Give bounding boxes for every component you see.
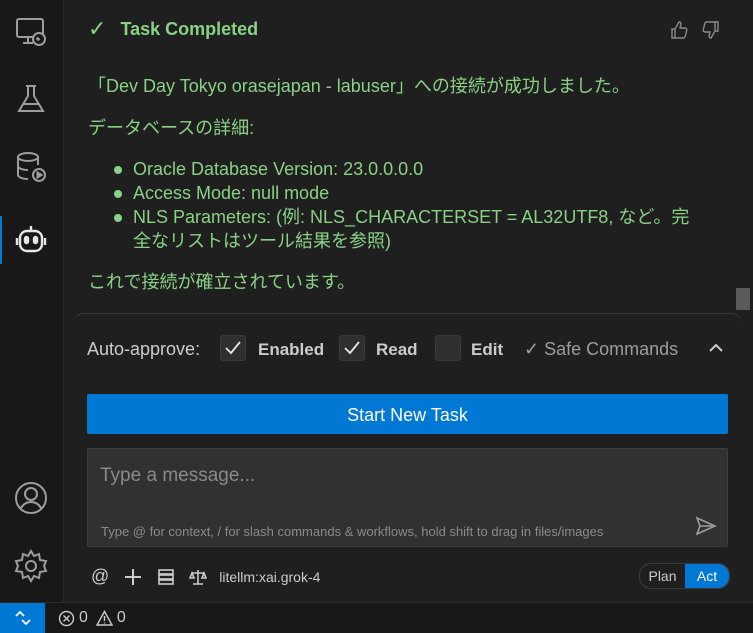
model-scale-icon[interactable] [189, 568, 208, 586]
error-count: 0 [79, 609, 88, 626]
auto-approve-label: Auto-approve: [87, 339, 201, 359]
task-header: ✓ Task Completed [88, 18, 258, 40]
details-heading: データベースの詳細: [88, 118, 255, 138]
mode-toggle[interactable]: Plan Act [639, 563, 730, 589]
scrollbar-thumb[interactable] [736, 288, 750, 310]
read-checkbox[interactable] [339, 335, 365, 361]
chat-panel: ✓ Task Completed 「Dev Day Tokyo orasejap… [64, 0, 753, 602]
context-mention-button[interactable]: @ [91, 566, 109, 587]
testing-flask-icon[interactable] [13, 81, 49, 117]
list-item: Access Mode: null mode [108, 181, 703, 205]
act-mode-button[interactable]: Act [685, 564, 729, 588]
list-item: NLS Parameters: (例: NLS_CHARACTERSET = A… [108, 205, 703, 253]
warning-count: 0 [116, 609, 126, 626]
closing-line: これで接続が確立されています。 [88, 272, 356, 292]
server-icon[interactable] [157, 568, 175, 586]
enabled-label: Enabled [258, 340, 325, 359]
auto-approve-bar: Auto-approve: Enabled Read Edit ✓ Safe C… [72, 313, 743, 384]
check-icon [225, 341, 241, 355]
check-icon [344, 341, 360, 355]
chevron-up-icon[interactable] [706, 338, 726, 358]
model-selector[interactable]: litellm:xai.grok-4 [219, 569, 320, 585]
edit-label: Edit [471, 340, 504, 359]
task-status: Task Completed [120, 18, 259, 39]
send-icon[interactable] [695, 515, 717, 537]
input-hint: Type @ for context, / for slash commands… [101, 524, 604, 539]
remote-explorer-icon[interactable] [13, 13, 49, 49]
database-icon[interactable] [13, 149, 49, 185]
enabled-checkbox[interactable] [220, 335, 246, 361]
activity-bar [0, 0, 64, 602]
status-bar: 0 0 [0, 602, 753, 633]
plan-mode-button[interactable]: Plan [640, 564, 685, 588]
details-list: Oracle Database Version: 23.0.0.0.0 Acce… [108, 157, 703, 253]
warning-icon [95, 609, 113, 626]
input-placeholder: Type a message... [100, 465, 256, 486]
edit-checkbox[interactable] [435, 335, 461, 361]
add-icon[interactable] [123, 567, 143, 587]
list-item: Oracle Database Version: 23.0.0.0.0 [108, 157, 703, 181]
checkmark-icon: ✓ [88, 16, 107, 41]
input-toolbar: @ litellm:xai.grok-4 [91, 566, 320, 587]
settings-gear-icon[interactable] [13, 548, 49, 584]
remote-indicator[interactable] [0, 603, 45, 633]
active-indicator [0, 216, 2, 264]
safe-commands[interactable]: ✓ Safe Commands [524, 339, 678, 360]
message-line: 「Dev Day Tokyo orasejapan - labuser」への接続… [88, 76, 630, 96]
read-label: Read [376, 340, 418, 359]
problems-indicator[interactable]: 0 0 [58, 609, 126, 627]
thumbs-up-icon[interactable] [669, 20, 689, 40]
start-new-task-button[interactable]: Start New Task [87, 394, 728, 434]
error-icon [58, 610, 75, 626]
robot-icon[interactable] [13, 222, 49, 258]
message-input[interactable]: Type a message... Type @ for context, / … [87, 448, 728, 547]
feedback-buttons [669, 20, 721, 40]
thumbs-down-icon[interactable] [701, 20, 721, 40]
account-icon[interactable] [13, 480, 49, 516]
remote-icon [14, 610, 31, 626]
